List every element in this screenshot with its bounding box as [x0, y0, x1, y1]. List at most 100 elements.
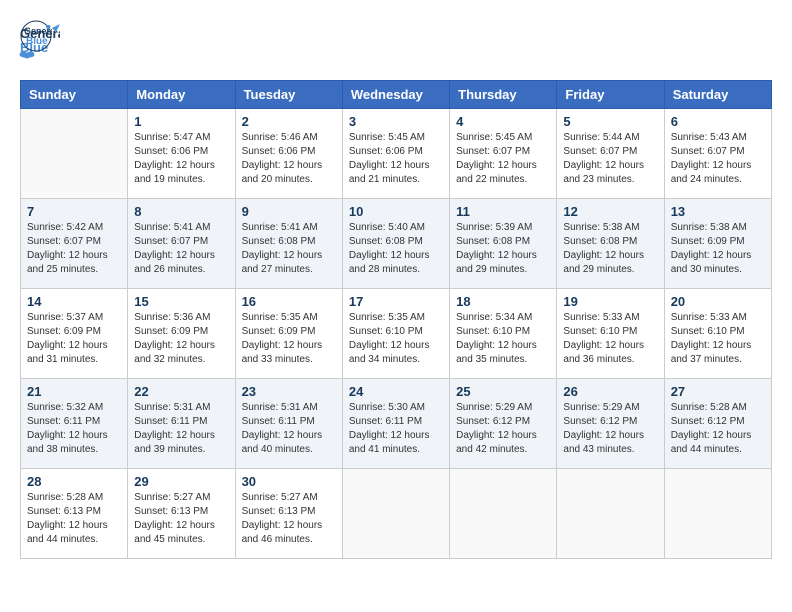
day-number: 8: [134, 204, 228, 219]
day-number: 16: [242, 294, 336, 309]
day-number: 25: [456, 384, 550, 399]
day-cell: 10 Sunrise: 5:40 AMSunset: 6:08 PMDaylig…: [342, 199, 449, 289]
day-number: 20: [671, 294, 765, 309]
day-number: 14: [27, 294, 121, 309]
day-info: Sunrise: 5:35 AMSunset: 6:09 PMDaylight:…: [242, 312, 323, 365]
day-cell: [557, 469, 664, 559]
header-row: SundayMondayTuesdayWednesdayThursdayFrid…: [21, 81, 772, 109]
day-number: 23: [242, 384, 336, 399]
day-cell: 30 Sunrise: 5:27 AMSunset: 6:13 PMDaylig…: [235, 469, 342, 559]
day-info: Sunrise: 5:30 AMSunset: 6:11 PMDaylight:…: [349, 402, 430, 455]
day-info: Sunrise: 5:38 AMSunset: 6:09 PMDaylight:…: [671, 222, 752, 275]
day-number: 21: [27, 384, 121, 399]
day-cell: 9 Sunrise: 5:41 AMSunset: 6:08 PMDayligh…: [235, 199, 342, 289]
header-cell-monday: Monday: [128, 81, 235, 109]
day-info: Sunrise: 5:29 AMSunset: 6:12 PMDaylight:…: [563, 402, 644, 455]
day-number: 13: [671, 204, 765, 219]
day-cell: 6 Sunrise: 5:43 AMSunset: 6:07 PMDayligh…: [664, 109, 771, 199]
header-cell-thursday: Thursday: [450, 81, 557, 109]
day-cell: 14 Sunrise: 5:37 AMSunset: 6:09 PMDaylig…: [21, 289, 128, 379]
day-number: 29: [134, 474, 228, 489]
day-number: 2: [242, 114, 336, 129]
day-number: 15: [134, 294, 228, 309]
day-info: Sunrise: 5:45 AMSunset: 6:07 PMDaylight:…: [456, 132, 537, 185]
day-info: Sunrise: 5:28 AMSunset: 6:13 PMDaylight:…: [27, 492, 108, 545]
day-info: Sunrise: 5:44 AMSunset: 6:07 PMDaylight:…: [563, 132, 644, 185]
day-number: 22: [134, 384, 228, 399]
day-info: Sunrise: 5:36 AMSunset: 6:09 PMDaylight:…: [134, 312, 215, 365]
day-info: Sunrise: 5:35 AMSunset: 6:10 PMDaylight:…: [349, 312, 430, 365]
day-info: Sunrise: 5:33 AMSunset: 6:10 PMDaylight:…: [671, 312, 752, 365]
day-cell: 4 Sunrise: 5:45 AMSunset: 6:07 PMDayligh…: [450, 109, 557, 199]
day-cell: [21, 109, 128, 199]
day-info: Sunrise: 5:29 AMSunset: 6:12 PMDaylight:…: [456, 402, 537, 455]
day-number: 17: [349, 294, 443, 309]
header-cell-tuesday: Tuesday: [235, 81, 342, 109]
day-info: Sunrise: 5:41 AMSunset: 6:07 PMDaylight:…: [134, 222, 215, 275]
day-cell: 20 Sunrise: 5:33 AMSunset: 6:10 PMDaylig…: [664, 289, 771, 379]
day-cell: 17 Sunrise: 5:35 AMSunset: 6:10 PMDaylig…: [342, 289, 449, 379]
day-cell: 5 Sunrise: 5:44 AMSunset: 6:07 PMDayligh…: [557, 109, 664, 199]
logo-container: General Blue: [20, 20, 52, 52]
header-cell-wednesday: Wednesday: [342, 81, 449, 109]
day-number: 7: [27, 204, 121, 219]
day-cell: 12 Sunrise: 5:38 AMSunset: 6:08 PMDaylig…: [557, 199, 664, 289]
day-info: Sunrise: 5:47 AMSunset: 6:06 PMDaylight:…: [134, 132, 215, 185]
day-cell: 11 Sunrise: 5:39 AMSunset: 6:08 PMDaylig…: [450, 199, 557, 289]
day-info: Sunrise: 5:43 AMSunset: 6:07 PMDaylight:…: [671, 132, 752, 185]
day-info: Sunrise: 5:40 AMSunset: 6:08 PMDaylight:…: [349, 222, 430, 275]
day-cell: 22 Sunrise: 5:31 AMSunset: 6:11 PMDaylig…: [128, 379, 235, 469]
day-number: 18: [456, 294, 550, 309]
day-info: Sunrise: 5:39 AMSunset: 6:08 PMDaylight:…: [456, 222, 537, 275]
day-cell: 2 Sunrise: 5:46 AMSunset: 6:06 PMDayligh…: [235, 109, 342, 199]
page-header: General Blue: [20, 20, 772, 68]
day-cell: [664, 469, 771, 559]
day-info: Sunrise: 5:32 AMSunset: 6:11 PMDaylight:…: [27, 402, 108, 455]
day-number: 24: [349, 384, 443, 399]
day-info: Sunrise: 5:42 AMSunset: 6:07 PMDaylight:…: [27, 222, 108, 275]
day-cell: 23 Sunrise: 5:31 AMSunset: 6:11 PMDaylig…: [235, 379, 342, 469]
week-row-4: 21 Sunrise: 5:32 AMSunset: 6:11 PMDaylig…: [21, 379, 772, 469]
day-info: Sunrise: 5:41 AMSunset: 6:08 PMDaylight:…: [242, 222, 323, 275]
day-cell: [342, 469, 449, 559]
day-number: 27: [671, 384, 765, 399]
day-info: Sunrise: 5:34 AMSunset: 6:10 PMDaylight:…: [456, 312, 537, 365]
day-number: 10: [349, 204, 443, 219]
day-cell: 1 Sunrise: 5:47 AMSunset: 6:06 PMDayligh…: [128, 109, 235, 199]
day-info: Sunrise: 5:46 AMSunset: 6:06 PMDaylight:…: [242, 132, 323, 185]
header-cell-sunday: Sunday: [21, 81, 128, 109]
day-number: 4: [456, 114, 550, 129]
week-row-5: 28 Sunrise: 5:28 AMSunset: 6:13 PMDaylig…: [21, 469, 772, 559]
day-info: Sunrise: 5:37 AMSunset: 6:09 PMDaylight:…: [27, 312, 108, 365]
day-cell: 29 Sunrise: 5:27 AMSunset: 6:13 PMDaylig…: [128, 469, 235, 559]
day-number: 6: [671, 114, 765, 129]
week-row-2: 7 Sunrise: 5:42 AMSunset: 6:07 PMDayligh…: [21, 199, 772, 289]
day-cell: 25 Sunrise: 5:29 AMSunset: 6:12 PMDaylig…: [450, 379, 557, 469]
day-number: 12: [563, 204, 657, 219]
day-info: Sunrise: 5:31 AMSunset: 6:11 PMDaylight:…: [134, 402, 215, 455]
day-cell: 19 Sunrise: 5:33 AMSunset: 6:10 PMDaylig…: [557, 289, 664, 379]
day-info: Sunrise: 5:27 AMSunset: 6:13 PMDaylight:…: [242, 492, 323, 545]
day-number: 1: [134, 114, 228, 129]
day-cell: [450, 469, 557, 559]
day-number: 28: [27, 474, 121, 489]
day-number: 30: [242, 474, 336, 489]
day-cell: 16 Sunrise: 5:35 AMSunset: 6:09 PMDaylig…: [235, 289, 342, 379]
day-info: Sunrise: 5:31 AMSunset: 6:11 PMDaylight:…: [242, 402, 323, 455]
day-cell: 8 Sunrise: 5:41 AMSunset: 6:07 PMDayligh…: [128, 199, 235, 289]
svg-text:Blue: Blue: [26, 36, 48, 47]
day-info: Sunrise: 5:45 AMSunset: 6:06 PMDaylight:…: [349, 132, 430, 185]
day-number: 9: [242, 204, 336, 219]
day-cell: 28 Sunrise: 5:28 AMSunset: 6:13 PMDaylig…: [21, 469, 128, 559]
day-number: 3: [349, 114, 443, 129]
day-info: Sunrise: 5:33 AMSunset: 6:10 PMDaylight:…: [563, 312, 644, 365]
day-number: 5: [563, 114, 657, 129]
day-info: Sunrise: 5:28 AMSunset: 6:12 PMDaylight:…: [671, 402, 752, 455]
day-cell: 27 Sunrise: 5:28 AMSunset: 6:12 PMDaylig…: [664, 379, 771, 469]
day-cell: 13 Sunrise: 5:38 AMSunset: 6:09 PMDaylig…: [664, 199, 771, 289]
day-cell: 26 Sunrise: 5:29 AMSunset: 6:12 PMDaylig…: [557, 379, 664, 469]
day-number: 19: [563, 294, 657, 309]
day-cell: 15 Sunrise: 5:36 AMSunset: 6:09 PMDaylig…: [128, 289, 235, 379]
header-cell-friday: Friday: [557, 81, 664, 109]
day-cell: 21 Sunrise: 5:32 AMSunset: 6:11 PMDaylig…: [21, 379, 128, 469]
